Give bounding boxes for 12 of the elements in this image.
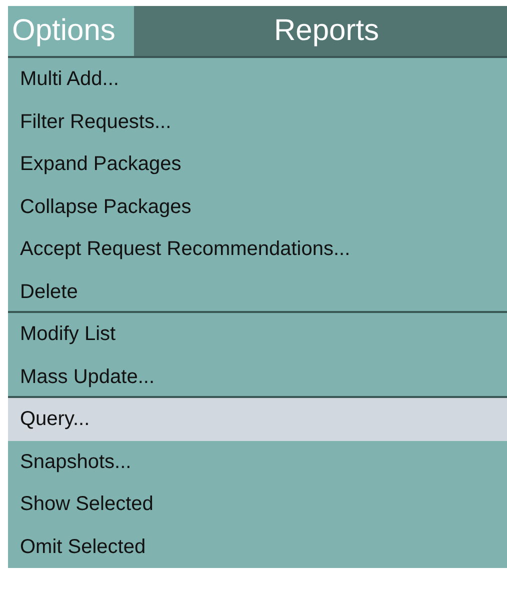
menu-item[interactable]: Modify List xyxy=(8,313,507,356)
menu-item[interactable]: Multi Add... xyxy=(8,58,507,100)
menu-item[interactable]: Query... xyxy=(8,398,507,440)
menu-item[interactable]: Accept Request Recommendations... xyxy=(8,228,507,270)
menu-title[interactable]: Reports xyxy=(270,6,384,56)
menu-item[interactable]: Omit Selected xyxy=(8,526,507,568)
menu-item[interactable]: Filter Requests... xyxy=(8,100,507,143)
menu-item[interactable]: Expand Packages xyxy=(8,143,507,186)
menu-item[interactable]: Collapse Packages xyxy=(8,186,507,228)
menu-item[interactable]: Show Selected xyxy=(8,483,507,526)
menu-item[interactable]: Delete xyxy=(8,270,507,313)
menu-item[interactable]: Snapshots... xyxy=(8,440,507,483)
